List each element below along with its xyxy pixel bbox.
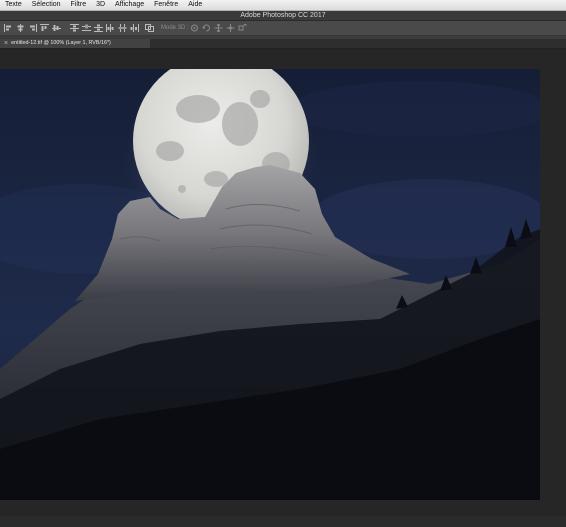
menu-fenetre[interactable]: Fenêtre [149,0,183,10]
orbit-3d-icon[interactable] [190,24,199,32]
close-icon[interactable]: × [0,39,11,48]
auto-align-layers-icon[interactable] [145,24,154,32]
distribute-bottom-icon[interactable] [94,24,103,32]
macos-menu-bar: Texte Sélection Filtre 3D Affichage Fenê… [0,0,566,11]
align-right-edges-icon[interactable] [28,24,37,32]
distribute-right-icon[interactable] [130,24,139,32]
moon-over-mountain-image [0,53,550,500]
menu-3d[interactable]: 3D [91,0,110,10]
pan-3d-icon[interactable] [214,24,223,32]
mode-3d-label: Mode 3D : [161,25,189,31]
align-left-edges-icon[interactable] [4,24,13,32]
distribute-horizontal-centers-icon[interactable] [118,24,127,32]
distribute-vertical-centers-icon[interactable] [82,24,91,32]
document-title: entitled-12.tif @ 100% (Layer 1, RVB/16*… [11,40,111,46]
menu-filtre[interactable]: Filtre [66,0,92,10]
document-tab-bar: × entitled-12.tif @ 100% (Layer 1, RVB/1… [0,39,566,49]
menu-texte[interactable]: Texte [0,0,27,10]
align-vertical-centers-icon[interactable] [52,24,61,32]
menu-aide[interactable]: Aide [183,0,207,10]
options-bar: Mode 3D : [0,21,566,36]
cloud [290,81,550,137]
scale-3d-icon[interactable] [238,24,247,32]
menu-affichage[interactable]: Affichage [110,0,149,10]
status-bar [0,516,566,527]
distribute-top-icon[interactable] [70,24,79,32]
roll-3d-icon[interactable] [202,24,211,32]
slide-3d-icon[interactable] [226,24,235,32]
align-horizontal-centers-icon[interactable] [16,24,25,32]
app-title-bar: Adobe Photoshop CC 2017 [0,11,566,21]
app-title: Adobe Photoshop CC 2017 [240,12,326,19]
align-top-edges-icon[interactable] [40,24,49,32]
distribute-left-icon[interactable] [106,24,115,32]
menu-selection[interactable]: Sélection [27,0,66,10]
document-canvas[interactable] [0,53,550,500]
document-tab[interactable]: × entitled-12.tif @ 100% (Layer 1, RVB/1… [0,39,150,48]
